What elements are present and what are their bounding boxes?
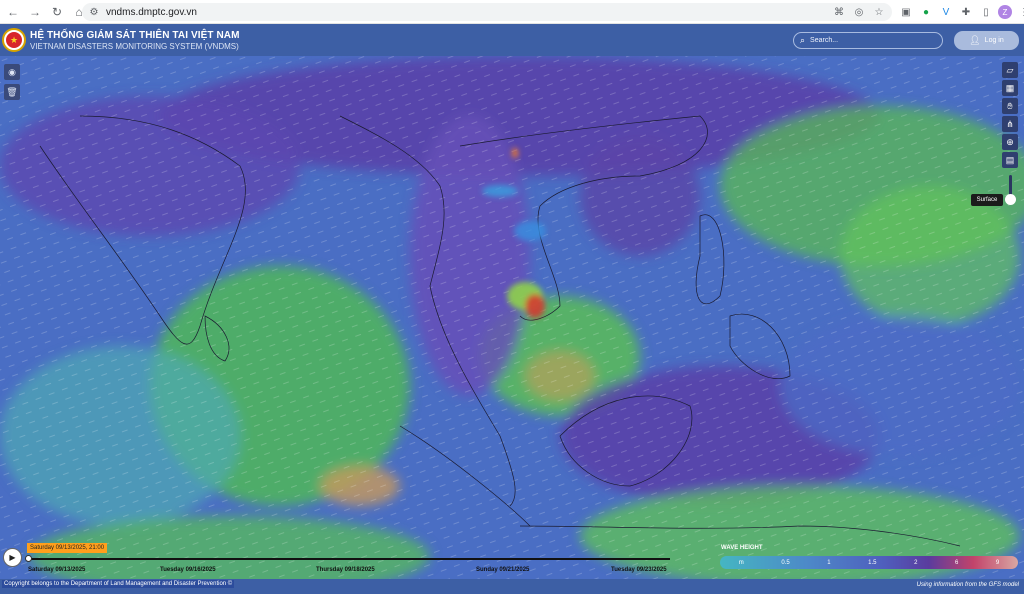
grammarly-icon[interactable]: ● [918, 3, 934, 21]
layers-icon[interactable]: ▦ [1002, 80, 1018, 96]
altitude-slider-handle[interactable] [1005, 194, 1016, 205]
legend-label: 9 [995, 559, 1000, 566]
emblem-logo: ★ [2, 28, 26, 52]
legend-label: 0.5 [781, 559, 790, 566]
translate-icon[interactable]: ⌘ [832, 4, 846, 20]
vpn-extension-icon[interactable]: V [938, 3, 954, 21]
search-icon: ⌕ [800, 35, 806, 45]
book-icon[interactable]: ▤ [1002, 152, 1018, 168]
eye-off-icon[interactable]: ◎ [852, 4, 866, 20]
timeline-day[interactable]: Saturday 09/13/2025 [28, 567, 85, 573]
login-button[interactable]: 👤︎ Log in [954, 31, 1019, 50]
weather-map[interactable] [0, 56, 1024, 579]
url-text: vndms.dmptc.gov.vn [106, 6, 197, 18]
extension-icon[interactable]: ▣ [898, 3, 914, 21]
puzzle-icon[interactable]: ✚ [958, 3, 974, 21]
timeline-day[interactable]: Tuesday 09/16/2025 [160, 567, 216, 573]
wave-height-legend: m 0.5 1 1.5 2 6 9 [720, 556, 1018, 569]
user-icon: 👤︎ [969, 35, 981, 45]
menu-dots-icon[interactable]: ⋮ [1016, 3, 1024, 21]
current-time-badge: Saturday 09/13/2025, 21:00 [27, 543, 108, 553]
zoom-in-icon[interactable]: ⊕ [1002, 134, 1018, 150]
title-vietnamese: HỆ THỐNG GIÁM SÁT THIÊN TAI VIỆT NAM [30, 29, 240, 41]
data-source-text: Using information from the GFS model [916, 582, 1019, 588]
back-icon[interactable]: ← [4, 3, 22, 21]
legend-label: 1 [827, 559, 831, 566]
legend-label: 6 [954, 559, 959, 566]
profile-avatar[interactable]: Z [998, 5, 1012, 19]
address-bar[interactable]: ⚙ vndms.dmptc.gov.vn ⌘ ◎ ☆ [82, 3, 892, 21]
sidepanel-icon[interactable]: ▯ [978, 3, 994, 21]
play-button[interactable]: ▶ [3, 548, 22, 567]
hand-icon[interactable]: ✋︎ [1002, 98, 1018, 114]
legend-label: 1.5 [868, 559, 877, 566]
forward-icon[interactable]: → [26, 3, 44, 21]
legend-label: 2 [914, 559, 918, 566]
layer-tooltip: Surface [971, 194, 1003, 206]
search-placeholder: Search... [810, 37, 839, 44]
trash-icon[interactable]: 🗑︎ [4, 84, 20, 100]
timeline-day[interactable]: Tuesday 09/23/2025 [611, 567, 667, 573]
footer: Copyright belongs to the Department of L… [0, 579, 1024, 594]
login-label: Log in [984, 37, 1004, 44]
globe-icon[interactable]: ◉ [4, 64, 20, 80]
bookmark-star-icon[interactable]: ☆ [872, 4, 886, 20]
reload-icon[interactable]: ↻ [48, 3, 66, 21]
legend-label: m [738, 559, 744, 566]
title-english: VIETNAM DISASTERS MONITORING SYSTEM (VND… [30, 41, 239, 51]
network-icon[interactable]: ⋔ [1002, 116, 1018, 132]
timeline-handle[interactable] [25, 555, 32, 562]
site-info-icon[interactable]: ⚙ [86, 4, 102, 20]
timeline-day[interactable]: Thursday 09/18/2025 [316, 567, 375, 573]
timeline-day[interactable]: Sunday 09/21/2025 [476, 567, 529, 573]
legend-title: WAVE HEIGHT [721, 545, 763, 551]
copyright-text: Copyright belongs to the Department of L… [2, 580, 235, 588]
browser-toolbar: ← → ↻ ⌂ ⚙ vndms.dmptc.gov.vn ⌘ ◎ ☆ ▣ ● V… [0, 0, 1024, 24]
map-icon[interactable]: ▱ [1002, 62, 1018, 78]
app-header: ★ HỆ THỐNG GIÁM SÁT THIÊN TAI VIỆT NAM V… [0, 24, 1024, 56]
search-input[interactable]: ⌕ Search... [793, 32, 943, 49]
timeline-track[interactable] [28, 558, 670, 560]
